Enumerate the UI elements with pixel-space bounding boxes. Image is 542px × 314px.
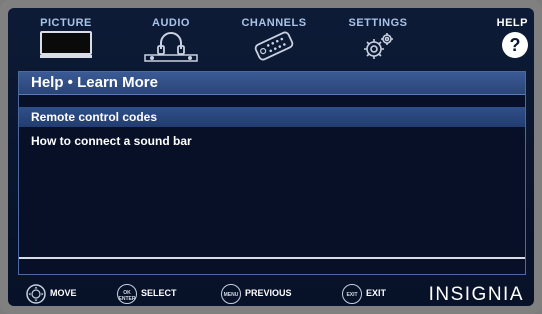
panel-divider xyxy=(19,257,525,259)
panel-header: Help • Learn More xyxy=(19,72,525,95)
hint-move-label: MOVE xyxy=(50,288,77,298)
tab-picture[interactable]: PICTURE xyxy=(18,8,114,68)
tab-audio[interactable]: AUDIO xyxy=(123,8,219,68)
menu-button-text: MENU xyxy=(223,292,239,298)
hint-exit-label: EXIT xyxy=(366,288,387,298)
tab-channels[interactable]: CHANNELS xyxy=(226,8,322,68)
tab-help-label: HELP xyxy=(496,17,528,29)
help-panel: Help • Learn More Remote control codes H… xyxy=(18,71,526,275)
tab-picture-label: PICTURE xyxy=(40,17,92,29)
menu-item-label: How to connect a sound bar xyxy=(31,134,192,148)
menu-tab-bar: PICTURE AUDIO CHANNELS SETTINGS HELP ? xyxy=(8,8,534,68)
exit-icon: EXIT xyxy=(342,284,362,304)
ok-enter-button-text: OK ENTER xyxy=(118,290,136,302)
tv-menu-frame: PICTURE AUDIO CHANNELS SETTINGS HELP ? H… xyxy=(0,0,542,314)
svg-text:?: ? xyxy=(510,35,521,55)
tab-settings[interactable]: SETTINGS xyxy=(330,8,426,68)
brand-logo: INSIGNIA xyxy=(428,284,524,305)
tv-menu-screen: PICTURE AUDIO CHANNELS SETTINGS HELP ? H… xyxy=(8,8,534,306)
footer-hint-bar: MOVE OK ENTER SELECT MENU PREVIOUS EXIT … xyxy=(8,280,534,306)
exit-button-text: EXIT xyxy=(346,292,358,298)
remote-icon xyxy=(246,30,302,67)
gears-icon xyxy=(350,30,406,67)
tv-icon xyxy=(38,30,94,65)
menu-icon: MENU xyxy=(221,284,241,304)
dpad-icon xyxy=(26,284,46,306)
question-icon: ? xyxy=(500,30,530,65)
ok-enter-icon: OK ENTER xyxy=(117,284,137,304)
panel-title: Help • Learn More xyxy=(31,74,158,91)
hint-select-label: SELECT xyxy=(141,288,177,298)
tab-settings-label: SETTINGS xyxy=(348,17,408,29)
menu-item-label: Remote control codes xyxy=(31,110,158,124)
menu-item-remote-control-codes[interactable]: Remote control codes xyxy=(19,107,525,127)
tab-audio-label: AUDIO xyxy=(152,17,190,29)
headphones-icon xyxy=(141,30,201,67)
menu-item-connect-sound-bar[interactable]: How to connect a sound bar xyxy=(19,131,525,151)
tab-help[interactable]: HELP ? xyxy=(438,8,534,68)
hint-previous-label: PREVIOUS xyxy=(245,288,292,298)
tab-channels-label: CHANNELS xyxy=(241,17,307,29)
